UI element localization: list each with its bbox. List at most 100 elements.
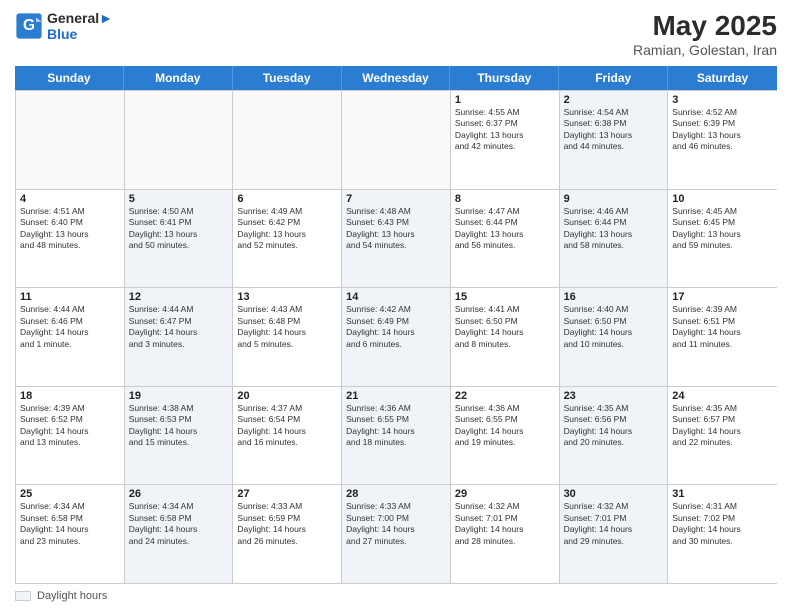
cell-info: Sunrise: 4:36 AM Sunset: 6:55 PM Dayligh…	[455, 403, 555, 449]
day-number: 13	[237, 291, 337, 303]
cell-info: Sunrise: 4:37 AM Sunset: 6:54 PM Dayligh…	[237, 403, 337, 449]
day-number: 7	[346, 193, 446, 205]
calendar-cell: 26Sunrise: 4:34 AM Sunset: 6:58 PM Dayli…	[125, 485, 234, 583]
calendar-cell: 27Sunrise: 4:33 AM Sunset: 6:59 PM Dayli…	[233, 485, 342, 583]
calendar-cell: 13Sunrise: 4:43 AM Sunset: 6:48 PM Dayli…	[233, 288, 342, 386]
header-day-tuesday: Tuesday	[233, 66, 342, 90]
day-number: 22	[455, 390, 555, 402]
logo-text: General► Blue	[47, 10, 113, 42]
day-number: 10	[672, 193, 773, 205]
calendar-header: SundayMondayTuesdayWednesdayThursdayFrid…	[15, 66, 777, 90]
day-number: 14	[346, 291, 446, 303]
day-number: 27	[237, 488, 337, 500]
calendar-cell: 31Sunrise: 4:31 AM Sunset: 7:02 PM Dayli…	[668, 485, 777, 583]
day-number: 29	[455, 488, 555, 500]
header-day-thursday: Thursday	[450, 66, 559, 90]
header-day-wednesday: Wednesday	[342, 66, 451, 90]
cell-info: Sunrise: 4:32 AM Sunset: 7:01 PM Dayligh…	[564, 501, 664, 547]
svg-text:G: G	[23, 17, 35, 34]
logo: G General► Blue	[15, 10, 113, 42]
cell-info: Sunrise: 4:39 AM Sunset: 6:51 PM Dayligh…	[672, 304, 773, 350]
calendar-cell: 19Sunrise: 4:38 AM Sunset: 6:53 PM Dayli…	[125, 387, 234, 485]
day-number: 12	[129, 291, 229, 303]
calendar-cell: 20Sunrise: 4:37 AM Sunset: 6:54 PM Dayli…	[233, 387, 342, 485]
day-number: 17	[672, 291, 773, 303]
header-day-friday: Friday	[559, 66, 668, 90]
day-number: 23	[564, 390, 664, 402]
day-number: 3	[672, 94, 773, 106]
calendar-cell: 8Sunrise: 4:47 AM Sunset: 6:44 PM Daylig…	[451, 190, 560, 288]
cell-info: Sunrise: 4:39 AM Sunset: 6:52 PM Dayligh…	[20, 403, 120, 449]
legend-box	[15, 591, 31, 601]
cell-info: Sunrise: 4:49 AM Sunset: 6:42 PM Dayligh…	[237, 206, 337, 252]
calendar-cell: 21Sunrise: 4:36 AM Sunset: 6:55 PM Dayli…	[342, 387, 451, 485]
cell-info: Sunrise: 4:31 AM Sunset: 7:02 PM Dayligh…	[672, 501, 773, 547]
cell-info: Sunrise: 4:55 AM Sunset: 6:37 PM Dayligh…	[455, 107, 555, 153]
calendar-cell: 6Sunrise: 4:49 AM Sunset: 6:42 PM Daylig…	[233, 190, 342, 288]
cell-info: Sunrise: 4:54 AM Sunset: 6:38 PM Dayligh…	[564, 107, 664, 153]
header-day-monday: Monday	[124, 66, 233, 90]
day-number: 8	[455, 193, 555, 205]
cell-info: Sunrise: 4:33 AM Sunset: 6:59 PM Dayligh…	[237, 501, 337, 547]
day-number: 16	[564, 291, 664, 303]
cell-info: Sunrise: 4:41 AM Sunset: 6:50 PM Dayligh…	[455, 304, 555, 350]
cell-info: Sunrise: 4:51 AM Sunset: 6:40 PM Dayligh…	[20, 206, 120, 252]
day-number: 5	[129, 193, 229, 205]
legend-label: Daylight hours	[37, 590, 107, 602]
calendar-cell	[16, 91, 125, 189]
header-day-saturday: Saturday	[668, 66, 777, 90]
calendar-cell: 4Sunrise: 4:51 AM Sunset: 6:40 PM Daylig…	[16, 190, 125, 288]
day-number: 19	[129, 390, 229, 402]
cell-info: Sunrise: 4:46 AM Sunset: 6:44 PM Dayligh…	[564, 206, 664, 252]
calendar-body: 1Sunrise: 4:55 AM Sunset: 6:37 PM Daylig…	[15, 90, 777, 584]
cell-info: Sunrise: 4:45 AM Sunset: 6:45 PM Dayligh…	[672, 206, 773, 252]
location: Ramian, Golestan, Iran	[633, 42, 777, 58]
calendar-cell: 25Sunrise: 4:34 AM Sunset: 6:58 PM Dayli…	[16, 485, 125, 583]
cell-info: Sunrise: 4:52 AM Sunset: 6:39 PM Dayligh…	[672, 107, 773, 153]
calendar-cell: 24Sunrise: 4:35 AM Sunset: 6:57 PM Dayli…	[668, 387, 777, 485]
day-number: 18	[20, 390, 120, 402]
cell-info: Sunrise: 4:48 AM Sunset: 6:43 PM Dayligh…	[346, 206, 446, 252]
day-number: 31	[672, 488, 773, 500]
cell-info: Sunrise: 4:36 AM Sunset: 6:55 PM Dayligh…	[346, 403, 446, 449]
day-number: 20	[237, 390, 337, 402]
day-number: 15	[455, 291, 555, 303]
cell-info: Sunrise: 4:50 AM Sunset: 6:41 PM Dayligh…	[129, 206, 229, 252]
calendar-cell: 10Sunrise: 4:45 AM Sunset: 6:45 PM Dayli…	[668, 190, 777, 288]
cell-info: Sunrise: 4:34 AM Sunset: 6:58 PM Dayligh…	[129, 501, 229, 547]
footer: Daylight hours	[15, 590, 777, 602]
cell-info: Sunrise: 4:33 AM Sunset: 7:00 PM Dayligh…	[346, 501, 446, 547]
calendar-cell: 29Sunrise: 4:32 AM Sunset: 7:01 PM Dayli…	[451, 485, 560, 583]
calendar-row: 4Sunrise: 4:51 AM Sunset: 6:40 PM Daylig…	[16, 189, 777, 288]
day-number: 26	[129, 488, 229, 500]
calendar-cell: 9Sunrise: 4:46 AM Sunset: 6:44 PM Daylig…	[560, 190, 669, 288]
calendar-cell	[125, 91, 234, 189]
header: G General► Blue May 2025 Ramian, Golesta…	[15, 10, 777, 58]
cell-info: Sunrise: 4:40 AM Sunset: 6:50 PM Dayligh…	[564, 304, 664, 350]
day-number: 24	[672, 390, 773, 402]
day-number: 4	[20, 193, 120, 205]
calendar-cell: 3Sunrise: 4:52 AM Sunset: 6:39 PM Daylig…	[668, 91, 777, 189]
calendar-cell	[233, 91, 342, 189]
calendar-cell: 28Sunrise: 4:33 AM Sunset: 7:00 PM Dayli…	[342, 485, 451, 583]
calendar-cell: 22Sunrise: 4:36 AM Sunset: 6:55 PM Dayli…	[451, 387, 560, 485]
cell-info: Sunrise: 4:35 AM Sunset: 6:56 PM Dayligh…	[564, 403, 664, 449]
calendar-cell: 30Sunrise: 4:32 AM Sunset: 7:01 PM Dayli…	[560, 485, 669, 583]
cell-info: Sunrise: 4:44 AM Sunset: 6:46 PM Dayligh…	[20, 304, 120, 350]
day-number: 21	[346, 390, 446, 402]
logo-icon: G	[15, 12, 43, 40]
day-number: 2	[564, 94, 664, 106]
day-number: 25	[20, 488, 120, 500]
calendar-row: 25 Sunrise: 4:34 AM Sunset: 6:58 PM Dayli…	[16, 484, 777, 583]
calendar-cell: 7Sunrise: 4:48 AM Sunset: 6:43 PM Daylig…	[342, 190, 451, 288]
calendar-cell: 16Sunrise: 4:40 AM Sunset: 6:50 PM Dayli…	[560, 288, 669, 386]
title-block: May 2025 Ramian, Golestan, Iran	[633, 10, 777, 58]
calendar-cell: 11Sunrise: 4:44 AM Sunset: 6:46 PM Dayli…	[16, 288, 125, 386]
calendar-row: 1Sunrise: 4:55 AM Sunset: 6:37 PM Daylig…	[16, 90, 777, 189]
day-number: 6	[237, 193, 337, 205]
page: G General► Blue May 2025 Ramian, Golesta…	[0, 0, 792, 612]
day-number: 30	[564, 488, 664, 500]
calendar-row: 18Sunrise: 4:39 AM Sunset: 6:52 PM Dayli…	[16, 386, 777, 485]
calendar-row: 11Sunrise: 4:44 AM Sunset: 6:46 PM Dayli…	[16, 287, 777, 386]
calendar-cell: 14Sunrise: 4:42 AM Sunset: 6:49 PM Dayli…	[342, 288, 451, 386]
